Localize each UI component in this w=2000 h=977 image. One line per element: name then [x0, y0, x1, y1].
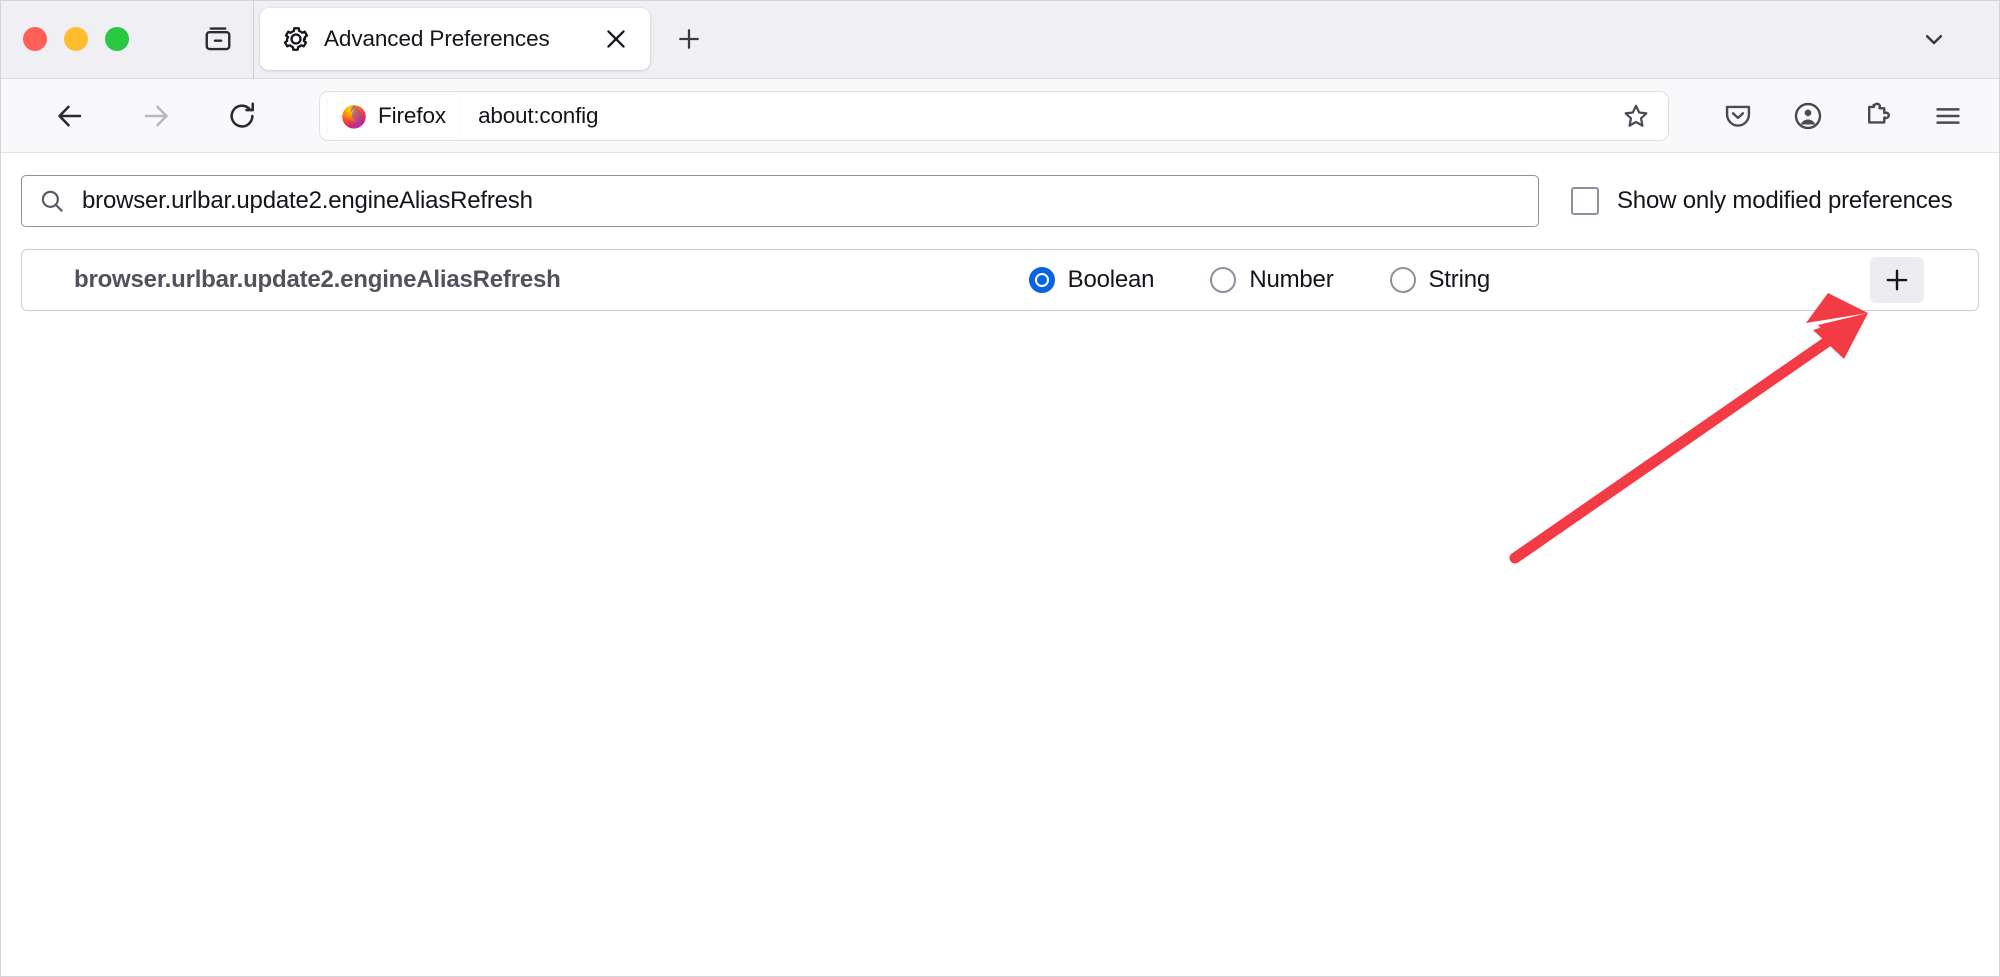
add-preference-button[interactable]: [1870, 257, 1924, 303]
firefox-logo-icon: [342, 104, 366, 129]
search-input-value: browser.urlbar.update2.engineAliasRefres…: [82, 187, 533, 214]
tab-list-icon: [205, 27, 231, 51]
extensions-icon: [1868, 102, 1890, 124]
radio-label-number: Number: [1249, 266, 1334, 293]
checkbox-label: Show only modified preferences: [1617, 187, 1953, 214]
tab-list-button[interactable]: [189, 1, 247, 78]
search-row: browser.urlbar.update2.engineAliasRefres…: [21, 175, 1979, 227]
gear-icon: [283, 27, 309, 51]
chevron-down-icon: [1925, 35, 1943, 45]
radio-boolean[interactable]: Boolean: [1028, 266, 1155, 294]
new-tab-button[interactable]: [666, 16, 712, 62]
star-icon: [1624, 104, 1648, 127]
account-button[interactable]: [1779, 89, 1837, 143]
search-icon: [41, 190, 63, 212]
search-preference-input[interactable]: browser.urlbar.update2.engineAliasRefres…: [21, 175, 1539, 227]
radio-dot-number[interactable]: [1210, 267, 1237, 293]
hamburger-menu-icon: [1936, 107, 1960, 124]
application-menu-button[interactable]: [1919, 89, 1977, 143]
navigation-toolbar: Firefox about:config: [1, 79, 1999, 153]
preference-type-radiogroup: Boolean Number String: [1028, 266, 1491, 294]
reload-button[interactable]: [215, 89, 269, 143]
tabs-container: Advanced Preferences: [254, 1, 712, 78]
tab-advanced-preferences[interactable]: Advanced Preferences: [260, 8, 650, 70]
add-preference-row: browser.urlbar.update2.engineAliasRefres…: [21, 249, 1979, 311]
tab-strip: Advanced Preferences: [1, 1, 1999, 79]
bookmark-button[interactable]: [1612, 94, 1660, 138]
minimize-window-button[interactable]: [64, 27, 88, 51]
forward-button: [129, 89, 183, 143]
plus-icon: [679, 29, 699, 49]
pocket-icon: [1725, 105, 1751, 127]
radio-dot-boolean[interactable]: [1028, 267, 1055, 293]
tab-close-button[interactable]: [598, 21, 634, 57]
pocket-button[interactable]: [1709, 89, 1767, 143]
plus-icon: [1886, 269, 1908, 291]
arrow-left-icon: [58, 105, 82, 126]
zoom-window-button[interactable]: [105, 27, 129, 51]
back-button[interactable]: [43, 89, 97, 143]
radio-dot-string[interactable]: [1389, 267, 1416, 293]
radio-label-string: String: [1428, 266, 1491, 293]
radio-string[interactable]: String: [1389, 266, 1491, 294]
about-config-page: browser.urlbar.update2.engineAliasRefres…: [1, 153, 1999, 976]
extensions-button[interactable]: [1849, 89, 1907, 143]
close-icon: [607, 30, 625, 48]
show-only-modified-preferences-checkbox[interactable]: Show only modified preferences: [1571, 187, 1953, 215]
identity-chip[interactable]: Firefox: [328, 94, 461, 137]
browser-window: Advanced Preferences Firefox about:confi…: [0, 0, 2000, 977]
radio-label-boolean: Boolean: [1067, 266, 1155, 293]
preference-name: browser.urlbar.update2.engineAliasRefres…: [74, 266, 561, 293]
account-icon: [1794, 102, 1822, 129]
all-tabs-button[interactable]: [1905, 10, 1963, 68]
traffic-lights: [1, 1, 129, 78]
tab-title: Advanced Preferences: [324, 26, 550, 51]
radio-number[interactable]: Number: [1210, 266, 1334, 294]
checkbox-box[interactable]: [1571, 187, 1599, 215]
close-window-button[interactable]: [23, 27, 47, 51]
url-text: about:config: [478, 102, 599, 128]
url-bar[interactable]: Firefox about:config: [319, 90, 1669, 141]
arrow-right-icon: [144, 105, 168, 126]
reload-icon: [230, 102, 255, 128]
toolbar-buttons: [1709, 89, 1977, 143]
identity-label: Firefox: [378, 102, 447, 128]
